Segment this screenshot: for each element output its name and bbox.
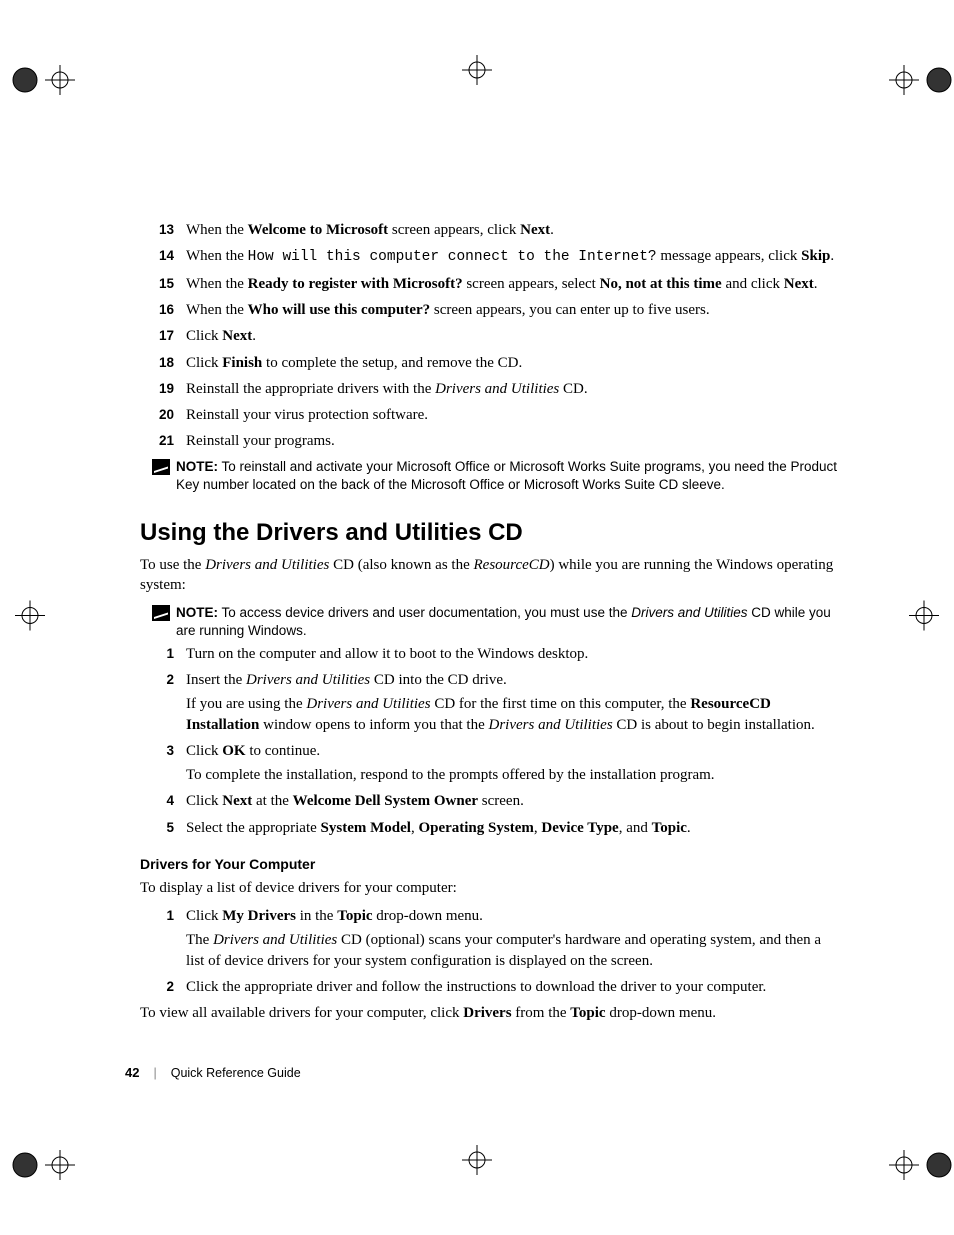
crop-mark-icon [889, 45, 949, 105]
step-number: 5 [140, 818, 186, 838]
step-number: 1 [140, 644, 186, 664]
step-sub-body: To complete the installation, respond to… [186, 765, 839, 785]
step-number: 14 [140, 246, 186, 268]
step-number: 15 [140, 274, 186, 294]
crop-mark-icon [909, 600, 949, 635]
step-sub-body: The Drivers and Utilities CD (optional) … [186, 930, 839, 971]
list-item: 1Turn on the computer and allow it to bo… [140, 644, 839, 664]
step-body: Click My Drivers in the Topic drop-down … [186, 906, 839, 971]
note-icon [152, 459, 170, 475]
crop-mark-icon [462, 55, 492, 90]
step-body: When the Who will use this computer? scr… [186, 300, 839, 320]
list-item: 13When the Welcome to Microsoft screen a… [140, 220, 839, 240]
list-item: 4Click Next at the Welcome Dell System O… [140, 791, 839, 811]
step-body: Reinstall your virus protection software… [186, 405, 839, 425]
list-item: 2Insert the Drivers and Utilities CD int… [140, 670, 839, 735]
step-body: When the How will this computer connect … [186, 246, 839, 268]
list-item: 3Click OK to continue.To complete the in… [140, 741, 839, 786]
crop-mark-icon [5, 600, 45, 635]
list-item: 2Click the appropriate driver and follow… [140, 977, 839, 997]
list-item: 21Reinstall your programs. [140, 431, 839, 451]
crop-mark-icon [5, 1130, 65, 1190]
step-body: When the Welcome to Microsoft screen app… [186, 220, 839, 240]
list-item: 1Click My Drivers in the Topic drop-down… [140, 906, 839, 971]
step-body: Click OK to continue.To complete the ins… [186, 741, 839, 786]
crop-mark-icon [5, 45, 65, 105]
note-icon [152, 605, 170, 621]
list-item: 20Reinstall your virus protection softwa… [140, 405, 839, 425]
step-body: Insert the Drivers and Utilities CD into… [186, 670, 839, 735]
list-item: 16When the Who will use this computer? s… [140, 300, 839, 320]
step-number: 1 [140, 906, 186, 971]
note-block: NOTE: To reinstall and activate your Mic… [152, 458, 839, 494]
steps-list-1: 13When the Welcome to Microsoft screen a… [140, 220, 839, 452]
note-text: NOTE: To reinstall and activate your Mic… [176, 458, 839, 494]
step-number: 3 [140, 741, 186, 786]
page-number: 42 [125, 1065, 139, 1080]
page-footer: 42 | Quick Reference Guide [125, 1065, 301, 1080]
step-body: Click Next at the Welcome Dell System Ow… [186, 791, 839, 811]
step-body: When the Ready to register with Microsof… [186, 274, 839, 294]
document-page: 13When the Welcome to Microsoft screen a… [0, 0, 954, 1235]
footer-title: Quick Reference Guide [171, 1066, 301, 1080]
list-item: 17Click Next. [140, 326, 839, 346]
steps-list-2: 1Turn on the computer and allow it to bo… [140, 644, 839, 838]
step-body: Reinstall the appropriate drivers with t… [186, 379, 839, 399]
list-item: 14When the How will this computer connec… [140, 246, 839, 268]
section-heading: Using the Drivers and Utilities CD [140, 519, 839, 547]
step-number: 17 [140, 326, 186, 346]
step-number: 16 [140, 300, 186, 320]
section-intro: To use the Drivers and Utilities CD (als… [140, 555, 839, 596]
subsection-intro: To display a list of device drivers for … [140, 878, 839, 898]
step-number: 19 [140, 379, 186, 399]
step-body: Select the appropriate System Model, Ope… [186, 818, 839, 838]
step-sub-body: If you are using the Drivers and Utiliti… [186, 694, 839, 735]
step-number: 13 [140, 220, 186, 240]
step-number: 18 [140, 353, 186, 373]
subsection-outro: To view all available drivers for your c… [140, 1003, 839, 1023]
note-text: NOTE: To access device drivers and user … [176, 604, 839, 640]
crop-mark-icon [462, 1145, 492, 1180]
step-number: 20 [140, 405, 186, 425]
step-number: 21 [140, 431, 186, 451]
step-body: Click Finish to complete the setup, and … [186, 353, 839, 373]
list-item: 18Click Finish to complete the setup, an… [140, 353, 839, 373]
footer-separator: | [153, 1066, 156, 1080]
step-number: 2 [140, 670, 186, 735]
list-item: 5Select the appropriate System Model, Op… [140, 818, 839, 838]
step-body: Click Next. [186, 326, 839, 346]
step-body: Click the appropriate driver and follow … [186, 977, 839, 997]
list-item: 19Reinstall the appropriate drivers with… [140, 379, 839, 399]
step-body: Reinstall your programs. [186, 431, 839, 451]
steps-list-3: 1Click My Drivers in the Topic drop-down… [140, 906, 839, 997]
step-body: Turn on the computer and allow it to boo… [186, 644, 839, 664]
step-number: 2 [140, 977, 186, 997]
list-item: 15When the Ready to register with Micros… [140, 274, 839, 294]
note-block: NOTE: To access device drivers and user … [152, 604, 839, 640]
step-number: 4 [140, 791, 186, 811]
crop-mark-icon [889, 1130, 949, 1190]
subsection-heading: Drivers for Your Computer [140, 856, 839, 872]
